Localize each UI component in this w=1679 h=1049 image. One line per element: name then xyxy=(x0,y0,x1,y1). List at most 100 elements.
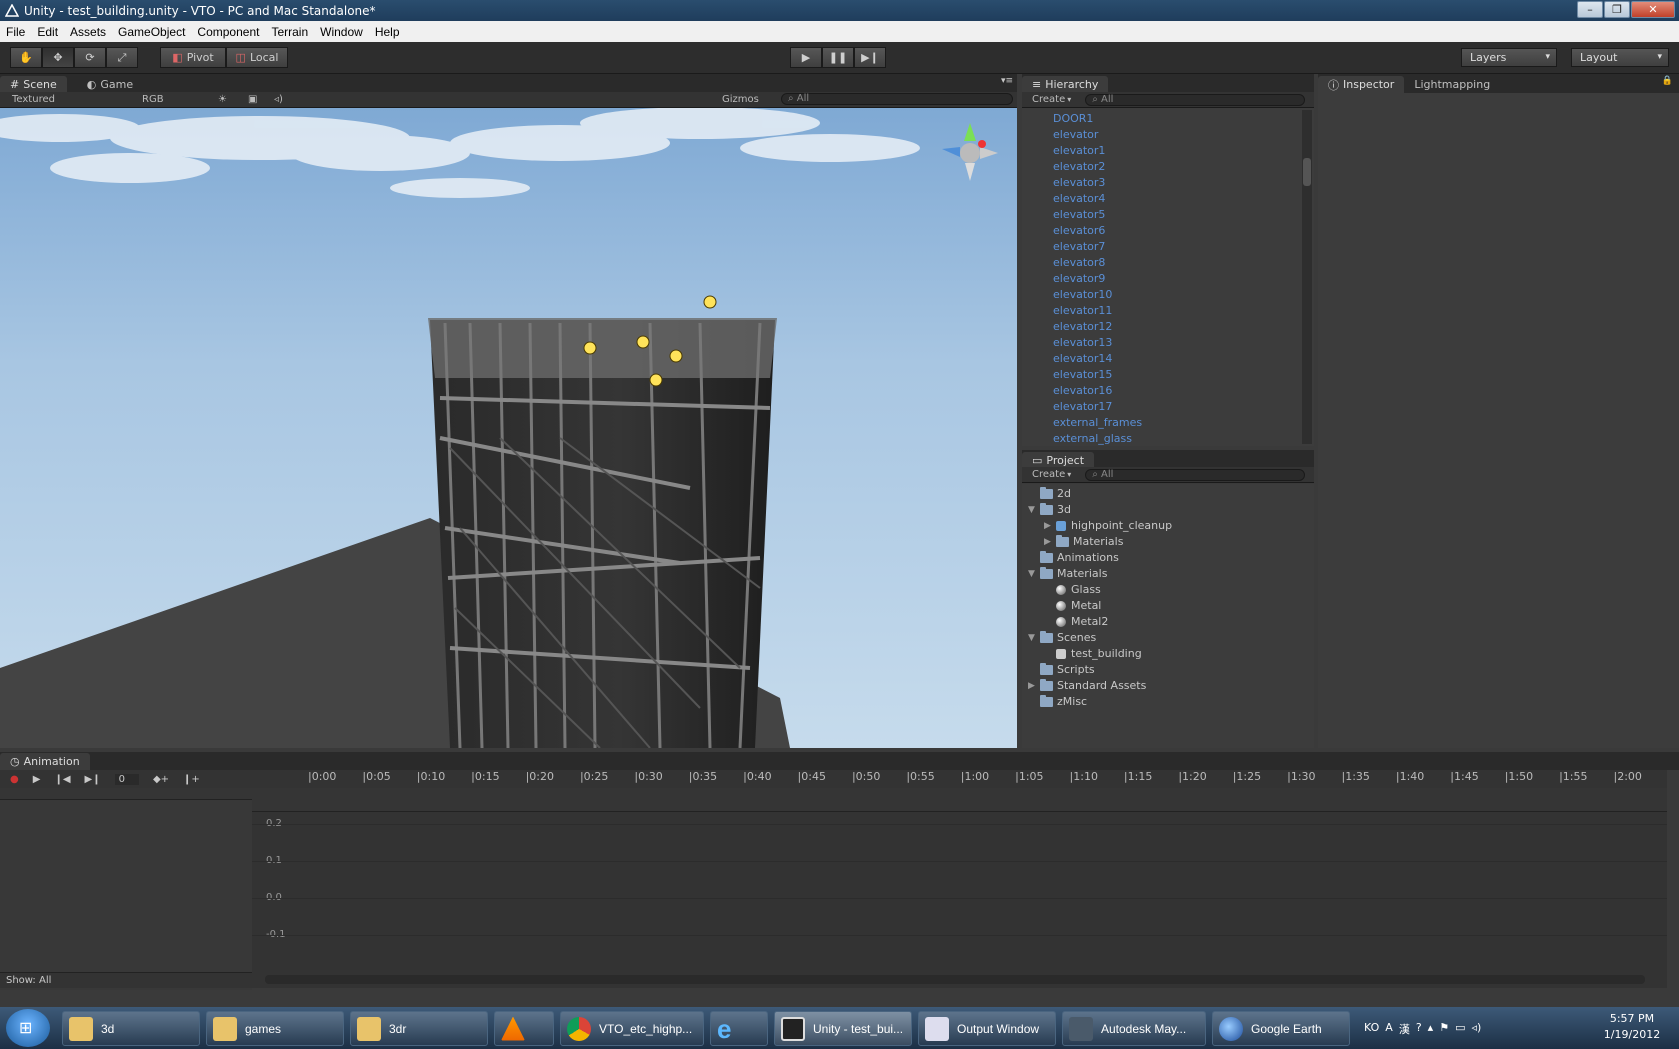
project-create-dropdown[interactable]: Create xyxy=(1032,469,1065,480)
tab-inspector[interactable]: ⓘ Inspector xyxy=(1318,76,1405,93)
hierarchy-item[interactable]: elevator16 xyxy=(1022,383,1302,399)
animation-hscrollbar[interactable] xyxy=(265,975,1645,984)
record-icon[interactable]: ● xyxy=(10,774,19,785)
lock-icon[interactable]: 🔒 xyxy=(1662,76,1673,86)
taskbar-item-3d[interactable]: 3d xyxy=(62,1011,200,1046)
close-button[interactable]: ✕ xyxy=(1631,1,1675,18)
layers-dropdown[interactable]: Layers xyxy=(1461,48,1557,67)
project-search-input[interactable]: ⌕ All xyxy=(1085,468,1306,481)
hierarchy-item[interactable]: elevator9 xyxy=(1022,271,1302,287)
panel-menu-icon[interactable]: ▾≡ xyxy=(1001,76,1013,86)
project-item[interactable]: Metal xyxy=(1022,598,1314,614)
expand-arrow-icon[interactable]: ▼ xyxy=(1028,502,1040,518)
hierarchy-item[interactable]: elevator17 xyxy=(1022,399,1302,415)
hierarchy-item[interactable]: elevator14 xyxy=(1022,351,1302,367)
hierarchy-scroll-thumb[interactable] xyxy=(1303,158,1311,186)
menu-gameobject[interactable]: GameObject xyxy=(112,25,191,39)
hierarchy-item[interactable]: elevator15 xyxy=(1022,367,1302,383)
orientation-gizmo[interactable] xyxy=(942,123,998,181)
scene-search-input[interactable]: ⌕ All xyxy=(781,93,1013,105)
event-lane[interactable] xyxy=(252,788,1667,812)
curve-editor[interactable]: 0.20.10.0-0.1 xyxy=(252,812,1667,988)
menu-component[interactable]: Component xyxy=(191,25,265,39)
layout-dropdown[interactable]: Layout xyxy=(1571,48,1669,67)
hierarchy-item[interactable]: elevator xyxy=(1022,127,1302,143)
taskbar-item-vlc[interactable] xyxy=(494,1011,554,1046)
timeline-ruler[interactable]: |0:00 |0:05 |0:10 |0:15 |0:20 |0:25 |0:30 |0:35… xyxy=(252,770,1667,788)
taskbar-item-output-window[interactable]: Output Window xyxy=(918,1011,1056,1046)
maximize-button[interactable]: ❐ xyxy=(1604,1,1630,18)
project-item[interactable]: Glass xyxy=(1022,582,1314,598)
hanja-icon[interactable]: 漢 xyxy=(1399,1021,1410,1037)
hand-tool-button[interactable]: ✋ xyxy=(10,47,42,68)
expand-arrow-icon[interactable]: ▼ xyxy=(1028,630,1040,646)
expand-arrow-icon[interactable]: ▶ xyxy=(1044,534,1056,550)
expand-arrow-icon[interactable]: ▶ xyxy=(1028,678,1040,694)
tab-animation[interactable]: ◷ Animation xyxy=(0,753,90,770)
volume-icon[interactable]: ◃) xyxy=(1471,1021,1481,1037)
next-key-icon[interactable]: ▶❙ xyxy=(85,774,101,785)
project-item[interactable]: Metal2 xyxy=(1022,614,1314,630)
project-item[interactable]: ▼ Materials xyxy=(1022,566,1314,582)
scene-viewport[interactable] xyxy=(0,108,1017,748)
step-button[interactable]: ▶❙ xyxy=(854,47,886,68)
hierarchy-item[interactable]: elevator5 xyxy=(1022,207,1302,223)
language-indicator[interactable]: KO xyxy=(1364,1021,1379,1037)
menu-edit[interactable]: Edit xyxy=(31,25,64,39)
taskbar-item-google-earth[interactable]: Google Earth xyxy=(1212,1011,1350,1046)
hierarchy-scrollbar[interactable] xyxy=(1302,110,1312,444)
network-icon[interactable]: ▭ xyxy=(1455,1021,1465,1037)
menu-terrain[interactable]: Terrain xyxy=(265,25,314,39)
color-mode-dropdown[interactable]: RGB xyxy=(136,94,204,105)
menu-assets[interactable]: Assets xyxy=(64,25,112,39)
scale-tool-button[interactable]: ⤢ xyxy=(106,47,138,68)
gizmos-dropdown[interactable]: Gizmos xyxy=(722,94,759,105)
menu-help[interactable]: Help xyxy=(369,25,406,39)
hierarchy-item[interactable]: elevator11 xyxy=(1022,303,1302,319)
project-item[interactable]: Animations xyxy=(1022,550,1314,566)
hierarchy-item[interactable]: elevator13 xyxy=(1022,335,1302,351)
hierarchy-item[interactable]: elevator6 xyxy=(1022,223,1302,239)
taskbar-item-autodesk-maya[interactable]: Autodesk May... xyxy=(1062,1011,1206,1046)
project-item[interactable]: ▶ Materials xyxy=(1022,534,1314,550)
move-tool-button[interactable]: ✥ xyxy=(42,47,74,68)
hierarchy-create-dropdown[interactable]: Create xyxy=(1032,94,1065,105)
tab-lightmapping[interactable]: Lightmapping xyxy=(1404,76,1500,93)
menu-file[interactable]: File xyxy=(0,25,31,39)
project-item[interactable]: ▼ Scenes xyxy=(1022,630,1314,646)
ime-icon[interactable]: A xyxy=(1385,1021,1393,1037)
tray-expand-icon[interactable]: ▴ xyxy=(1428,1021,1434,1037)
project-item[interactable]: zMisc xyxy=(1022,694,1314,710)
frame-field[interactable]: 0 xyxy=(114,773,139,785)
hierarchy-item[interactable]: DOOR1 xyxy=(1022,111,1302,127)
hierarchy-item[interactable]: elevator7 xyxy=(1022,239,1302,255)
render-mode-dropdown[interactable]: Textured xyxy=(6,94,124,105)
project-item[interactable]: test_building xyxy=(1022,646,1314,662)
rotate-tool-button[interactable]: ⟳ xyxy=(74,47,106,68)
expand-arrow-icon[interactable]: ▶ xyxy=(1044,518,1056,534)
taskbar-item-chrome[interactable]: VTO_etc_highp... xyxy=(560,1011,704,1046)
project-item[interactable]: Scripts xyxy=(1022,662,1314,678)
add-key-icon[interactable]: ◆+ xyxy=(153,774,169,785)
project-item[interactable]: 2d xyxy=(1022,486,1314,502)
hierarchy-item[interactable]: elevator1 xyxy=(1022,143,1302,159)
local-toggle[interactable]: ◫ Local xyxy=(226,47,288,68)
tab-hierarchy[interactable]: ≡ Hierarchy xyxy=(1022,76,1109,93)
hierarchy-search-input[interactable]: ⌕ All xyxy=(1085,93,1306,106)
menu-window[interactable]: Window xyxy=(314,25,369,39)
scene-overlay-toggle[interactable]: ▣ xyxy=(248,94,257,105)
tab-scene[interactable]: # Scene xyxy=(0,76,67,93)
taskbar-item-3dr[interactable]: 3dr xyxy=(350,1011,488,1046)
project-item[interactable]: ▼ 3d xyxy=(1022,502,1314,518)
hierarchy-item[interactable]: elevator8 xyxy=(1022,255,1302,271)
add-event-icon[interactable]: ❙+ xyxy=(183,774,200,785)
hierarchy-item[interactable]: elevator4 xyxy=(1022,191,1302,207)
hierarchy-item[interactable]: elevator2 xyxy=(1022,159,1302,175)
hierarchy-item[interactable]: elevator12 xyxy=(1022,319,1302,335)
start-button[interactable]: ⊞ xyxy=(6,1009,50,1047)
scene-audio-toggle[interactable]: ◃) xyxy=(274,94,283,105)
taskbar-item-games[interactable]: games xyxy=(206,1011,344,1046)
pause-button[interactable]: ❚❚ xyxy=(822,47,854,68)
taskbar-item-unity[interactable]: Unity - test_bui... xyxy=(774,1011,912,1046)
taskbar-item-ie[interactable]: e xyxy=(710,1011,768,1046)
